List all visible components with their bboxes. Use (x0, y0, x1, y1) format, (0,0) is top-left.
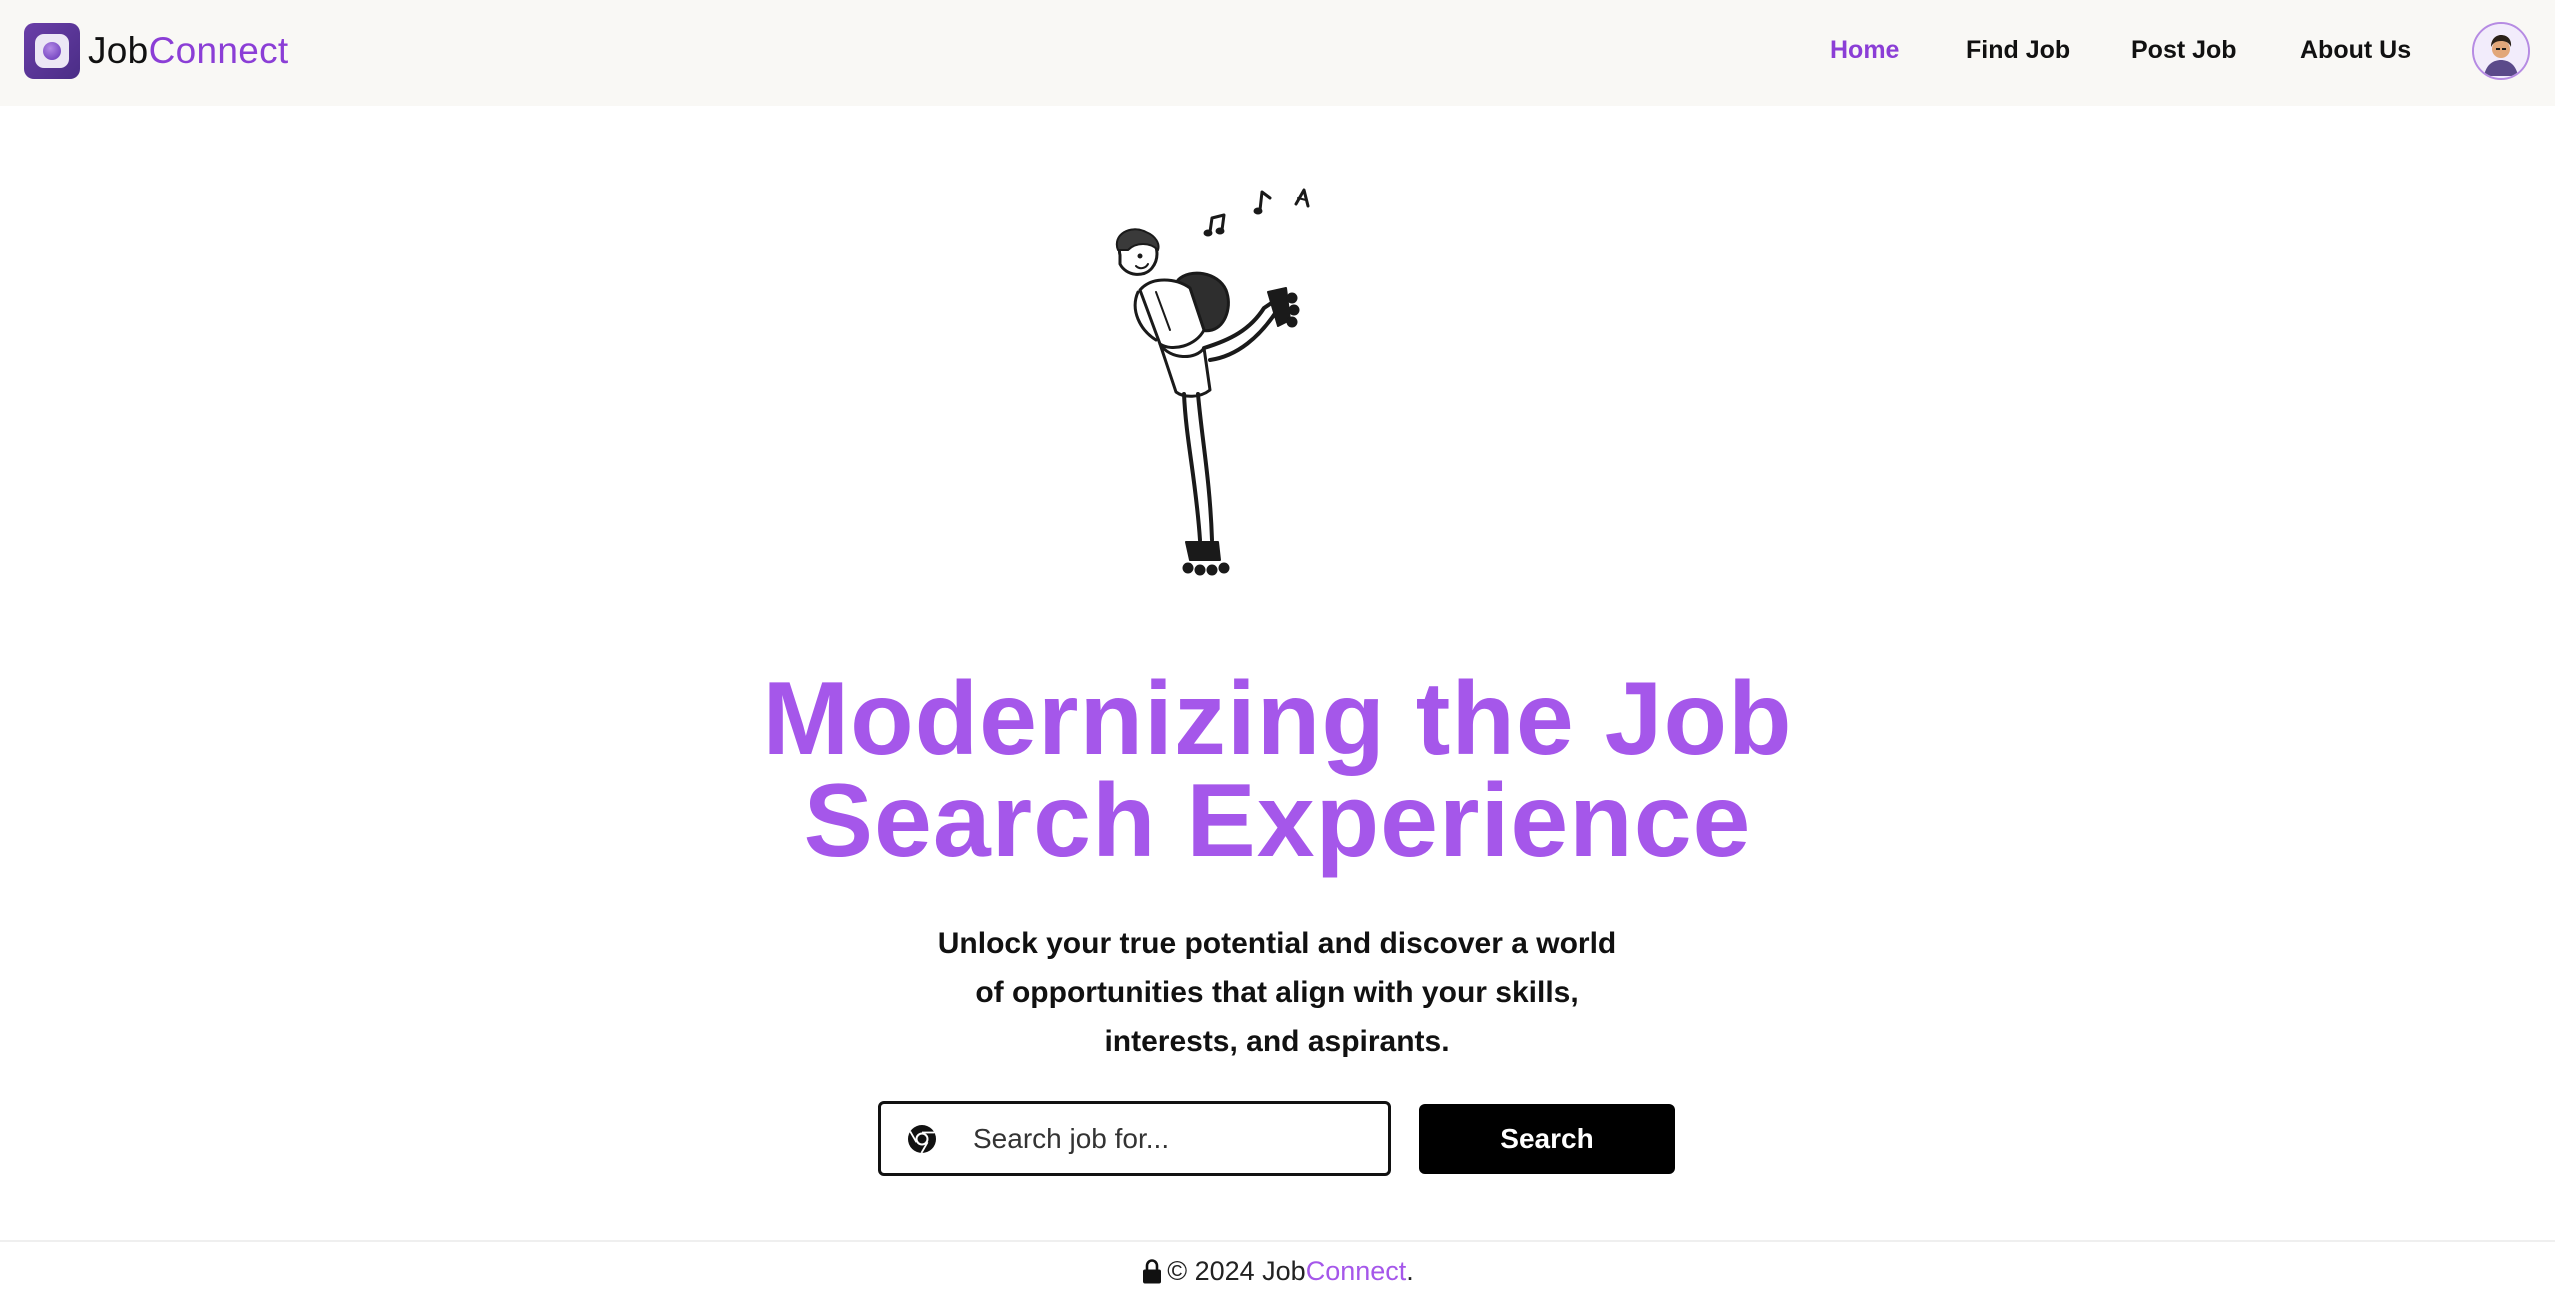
top-navbar: JobConnect Home Find Job Post Job About … (0, 0, 2555, 106)
hero-subtext-line-1: Unlock your true potential and discover … (937, 927, 1617, 960)
lock-icon (1141, 1258, 1163, 1285)
logo-text: JobConnect (88, 23, 288, 79)
footer-copyright: © 2024 Job (1167, 1256, 1306, 1286)
search-input[interactable] (973, 1114, 1373, 1164)
footer: © 2024 Job Connect. (0, 1256, 2555, 1287)
search-button[interactable]: Search (1419, 1104, 1675, 1174)
footer-brand-connect: Connect (1305, 1256, 1407, 1286)
logo-text-connect: Connect (148, 30, 289, 71)
hero-headline: Modernizing the Job Search Experience (0, 661, 2555, 879)
logo-text-job: Job (88, 30, 149, 71)
chrome-icon (907, 1124, 937, 1154)
nav-about-us[interactable]: About Us (2300, 36, 2411, 65)
footer-divider (0, 1240, 2555, 1242)
logo[interactable]: JobConnect (24, 23, 288, 79)
hero-subtext-line-3: interests, and aspirants. (1104, 1025, 1450, 1058)
nav-home[interactable]: Home (1830, 36, 1899, 65)
skating-person-with-music-notes-illustration (1100, 180, 1420, 600)
footer-period: . (1406, 1256, 1414, 1286)
nav-find-job[interactable]: Find Job (1966, 36, 2070, 65)
app-logo-icon (24, 23, 80, 79)
hero-subtext: Unlock your true potential and discover … (877, 919, 1677, 1066)
nav-post-job[interactable]: Post Job (2131, 36, 2237, 65)
hero-headline-line-1: Modernizing the Job (762, 661, 1793, 777)
user-avatar-icon[interactable] (2472, 22, 2530, 80)
hero-headline-line-2: Search Experience (803, 763, 1752, 879)
search-box[interactable] (878, 1101, 1391, 1176)
hero-subtext-line-2: of opportunities that align with your sk… (975, 976, 1579, 1009)
